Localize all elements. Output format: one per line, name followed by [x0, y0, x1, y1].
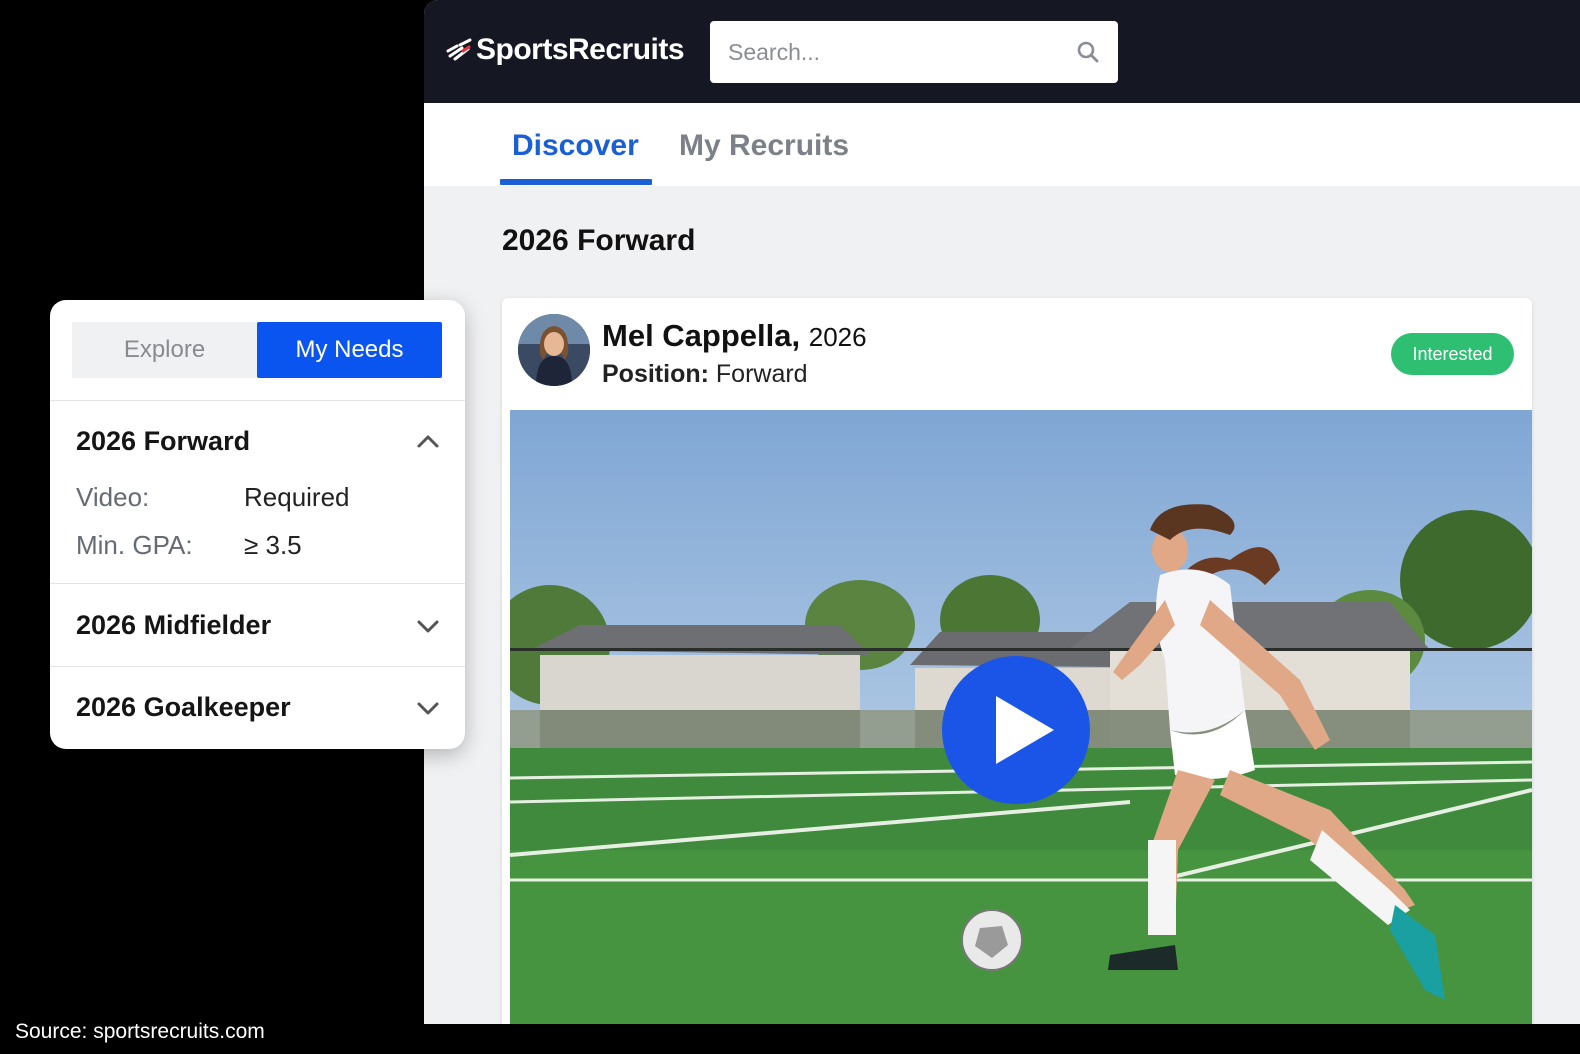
highlight-video[interactable] — [510, 410, 1532, 1024]
divider — [50, 666, 465, 667]
tab-discover[interactable]: Discover — [512, 129, 639, 163]
athlete-name[interactable]: Mel Cappella, — [602, 318, 800, 353]
tab-my-recruits[interactable]: My Recruits — [679, 129, 849, 163]
position-label: Position: — [602, 360, 709, 388]
my-needs-toggle-button[interactable]: My Needs — [257, 322, 442, 378]
need-header-goalkeeper[interactable]: 2026 Goalkeeper — [76, 692, 291, 723]
athlete-card[interactable]: Mel Cappella, 2026 Position: Forward Int… — [502, 298, 1532, 1024]
search-box[interactable] — [710, 21, 1118, 83]
position-value: Forward — [715, 360, 808, 388]
source-caption: Source: sportsrecruits.com — [15, 1020, 265, 1043]
play-button[interactable] — [942, 656, 1090, 804]
logo-text: SportsRecruits — [476, 33, 685, 66]
logo[interactable]: SportsRecruits — [446, 30, 685, 70]
requirement-value-video: Required — [244, 482, 350, 512]
avatar-photo — [518, 314, 590, 386]
need-header-forward[interactable]: 2026 Forward — [76, 426, 250, 457]
requirement-label-video: Video: — [76, 482, 150, 512]
search-icon[interactable] — [1076, 40, 1100, 64]
requirement-value-gpa: ≥ 3.5 — [244, 530, 302, 560]
divider — [50, 583, 465, 584]
logo-mark-icon — [446, 38, 472, 61]
athlete-name-line: Mel Cappella, 2026 — [602, 318, 867, 354]
tab-bar: Discover My Recruits — [424, 103, 1580, 186]
play-icon — [996, 696, 1054, 764]
active-tab-indicator — [500, 179, 652, 185]
requirement-label-gpa: Min. GPA: — [76, 530, 193, 560]
top-navbar: SportsRecruits — [424, 0, 1580, 103]
explore-toggle-button[interactable]: Explore — [72, 322, 257, 378]
athlete-class-year: 2026 — [808, 322, 867, 352]
chevron-down-icon[interactable] — [414, 612, 442, 640]
avatar[interactable] — [518, 314, 590, 386]
divider — [50, 400, 465, 401]
view-toggle: Explore My Needs — [72, 322, 442, 378]
section-title: 2026 Forward — [502, 224, 696, 257]
athlete-position: Position: Forward — [602, 360, 808, 389]
chevron-up-icon[interactable] — [414, 428, 442, 456]
chevron-down-icon[interactable] — [414, 694, 442, 722]
need-header-midfielder[interactable]: 2026 Midfielder — [76, 610, 271, 641]
app-window: SportsRecruits Discover My Recruits 2026… — [424, 0, 1580, 1024]
needs-panel: Explore My Needs 2026 Forward Video: Req… — [50, 300, 465, 749]
status-badge[interactable]: Interested — [1391, 333, 1514, 375]
search-input[interactable] — [728, 38, 1076, 66]
